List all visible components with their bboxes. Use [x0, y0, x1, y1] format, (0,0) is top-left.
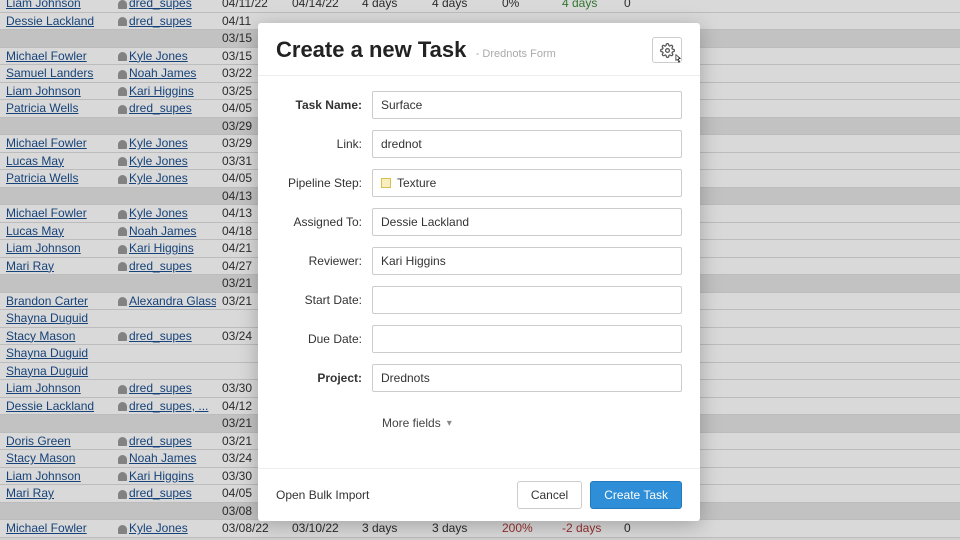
assigned-to-input[interactable]: Dessie Lackland	[372, 208, 682, 236]
link-label: Link:	[276, 137, 372, 151]
open-bulk-import-link[interactable]: Open Bulk Import	[276, 488, 369, 502]
project-label: Project:	[276, 371, 372, 385]
start-date-input[interactable]	[372, 286, 682, 314]
reviewer-label: Reviewer:	[276, 254, 372, 268]
modal-title: Create a new Task	[276, 37, 466, 62]
cursor-pointer-icon	[669, 52, 685, 68]
pipeline-step-label: Pipeline Step:	[276, 176, 372, 190]
modal-subtitle: - Drednots Form	[476, 48, 556, 60]
create-task-button[interactable]: Create Task	[590, 481, 682, 509]
chevron-down-icon: ▾	[447, 418, 452, 429]
start-date-label: Start Date:	[276, 293, 372, 307]
reviewer-input[interactable]: Kari Higgins	[372, 247, 682, 275]
pipeline-step-swatch	[381, 178, 391, 188]
modal-header: Create a new Task - Drednots Form	[258, 23, 700, 76]
modal-footer: Open Bulk Import Cancel Create Task	[258, 468, 700, 521]
cancel-button[interactable]: Cancel	[517, 481, 582, 509]
modal-body: Task Name: Surface Link: drednot Pipelin…	[258, 76, 700, 468]
form-settings-button[interactable]	[652, 37, 682, 63]
pipeline-step-value: Texture	[397, 176, 436, 190]
due-date-label: Due Date:	[276, 332, 372, 346]
more-fields-toggle[interactable]: More fields ▾	[382, 416, 452, 430]
more-fields-label: More fields	[382, 416, 441, 430]
modal-title-wrap: Create a new Task - Drednots Form	[276, 37, 556, 63]
task-name-input[interactable]: Surface	[372, 91, 682, 119]
pipeline-step-input[interactable]: Texture	[372, 169, 682, 197]
assigned-to-label: Assigned To:	[276, 215, 372, 229]
task-name-label: Task Name:	[276, 98, 372, 112]
project-input[interactable]: Drednots	[372, 364, 682, 392]
due-date-input[interactable]	[372, 325, 682, 353]
create-task-modal: Create a new Task - Drednots Form Task N…	[258, 23, 700, 521]
link-input[interactable]: drednot	[372, 130, 682, 158]
